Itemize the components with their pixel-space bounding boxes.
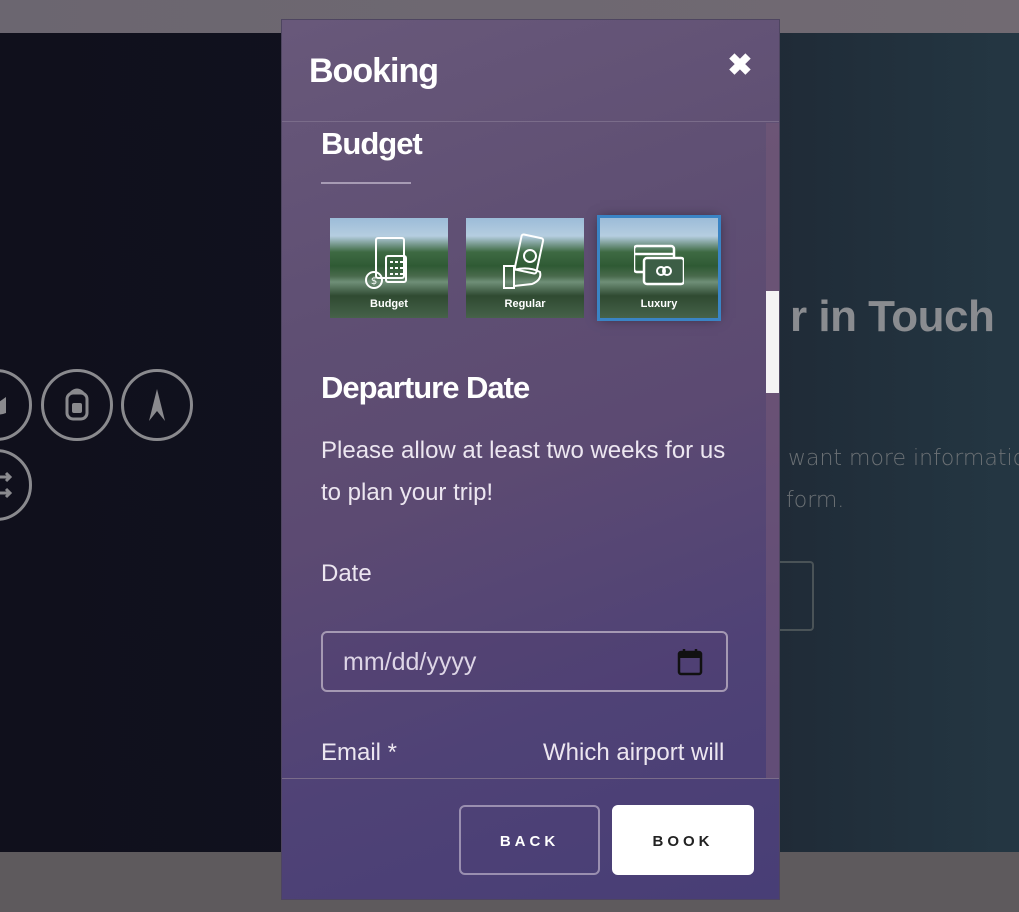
modal-footer: BACK BOOK xyxy=(282,778,779,899)
backpack-icon[interactable] xyxy=(41,369,113,441)
date-input[interactable]: mm/dd/yyyy xyxy=(321,631,728,692)
calculator-money-icon: $ xyxy=(365,237,407,289)
scrollbar-thumb[interactable] xyxy=(766,291,779,393)
modal-body[interactable]: Budget $ Budget Regular Luxury Departure… xyxy=(282,123,779,778)
compass-arrow-icon[interactable] xyxy=(121,369,193,441)
email-label: Email * xyxy=(321,739,398,766)
svg-text:$: $ xyxy=(371,276,377,287)
option-label: Luxury xyxy=(640,298,678,310)
option-label: Regular xyxy=(504,298,546,310)
credit-card-icon xyxy=(634,244,684,286)
budget-option-regular[interactable]: Regular xyxy=(466,218,584,318)
budget-option-luxury[interactable]: Luxury xyxy=(597,215,721,321)
modal-title: Booking xyxy=(309,52,439,90)
option-label: Budget xyxy=(370,298,408,310)
close-button[interactable]: ✖ xyxy=(726,48,754,84)
background-heading: r in Touch xyxy=(790,292,995,341)
hand-cash-icon xyxy=(503,233,545,289)
departure-note-line: to plan your trip! xyxy=(321,479,494,506)
modal-header: Booking ✖ xyxy=(282,20,779,122)
scrollbar-track[interactable] xyxy=(766,123,779,778)
departure-note-line: Please allow at least two weeks for us xyxy=(321,437,726,464)
background-text-line: form. xyxy=(786,488,845,513)
book-button[interactable]: BOOK xyxy=(612,805,754,875)
heading-divider xyxy=(321,182,411,184)
back-button[interactable]: BACK xyxy=(459,805,600,875)
calendar-icon[interactable] xyxy=(676,647,704,677)
departure-date-heading: Departure Date xyxy=(321,370,530,405)
date-placeholder: mm/dd/yyyy xyxy=(343,648,477,676)
airport-label: Which airport will xyxy=(543,739,725,766)
date-label: Date xyxy=(321,560,372,587)
background-text-line: want more informations xyxy=(788,446,1019,471)
booking-modal: Booking ✖ Budget $ Budget Regular Luxury… xyxy=(281,19,780,900)
budget-heading: Budget xyxy=(321,126,423,161)
budget-option-budget[interactable]: $ Budget xyxy=(330,218,448,318)
